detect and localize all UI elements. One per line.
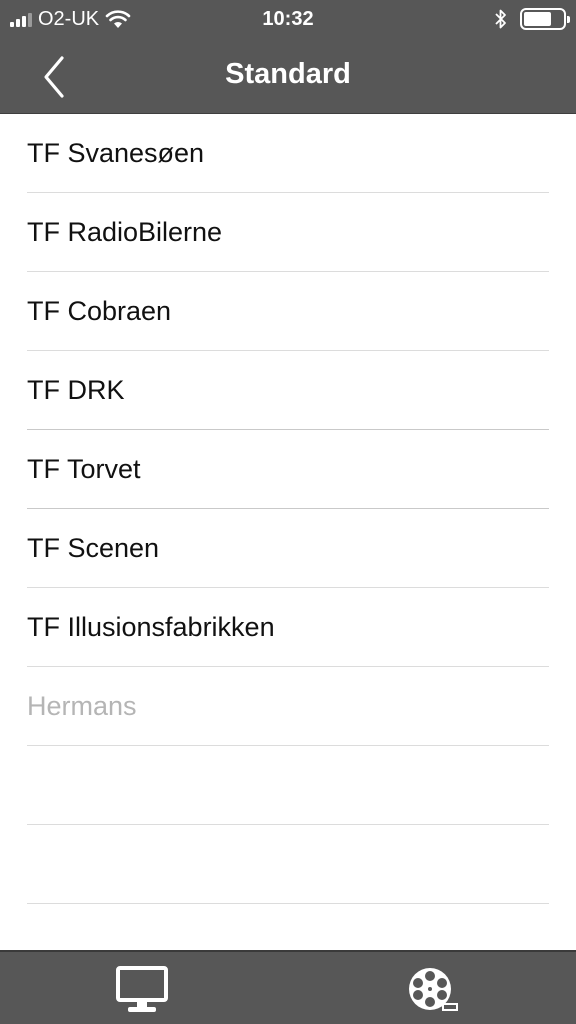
channel-list: TF Svanesøen TF RadioBilerne TF Cobraen … <box>0 114 576 904</box>
tab-bar <box>0 950 576 1024</box>
list-item[interactable]: TF Svanesøen <box>27 114 549 193</box>
list-item-disabled: Hermans <box>27 667 549 746</box>
bluetooth-icon <box>495 9 506 29</box>
list-item[interactable]: TF Torvet <box>27 430 549 509</box>
list-item[interactable]: TF Scenen <box>27 509 549 588</box>
page-title: Standard <box>225 58 351 90</box>
status-time: 10:32 <box>262 8 314 30</box>
list-item-empty <box>27 746 549 825</box>
battery-level-fill <box>524 12 551 26</box>
battery-icon <box>520 8 570 30</box>
navigation-bar: Standard <box>0 40 576 114</box>
monitor-icon <box>116 966 168 1012</box>
list-item[interactable]: TF DRK <box>27 351 549 430</box>
list-item-empty <box>27 825 549 904</box>
list-item[interactable]: TF Cobraen <box>27 272 549 351</box>
status-bar: O2-UK 10:32 <box>0 0 576 40</box>
status-right <box>494 8 570 30</box>
list-item[interactable]: TF Illusionsfabrikken <box>27 588 549 667</box>
tab-film[interactable] <box>403 964 463 1016</box>
list-item[interactable]: TF RadioBilerne <box>27 193 549 272</box>
tab-monitor[interactable] <box>112 964 172 1016</box>
film-reel-icon <box>409 968 458 1011</box>
